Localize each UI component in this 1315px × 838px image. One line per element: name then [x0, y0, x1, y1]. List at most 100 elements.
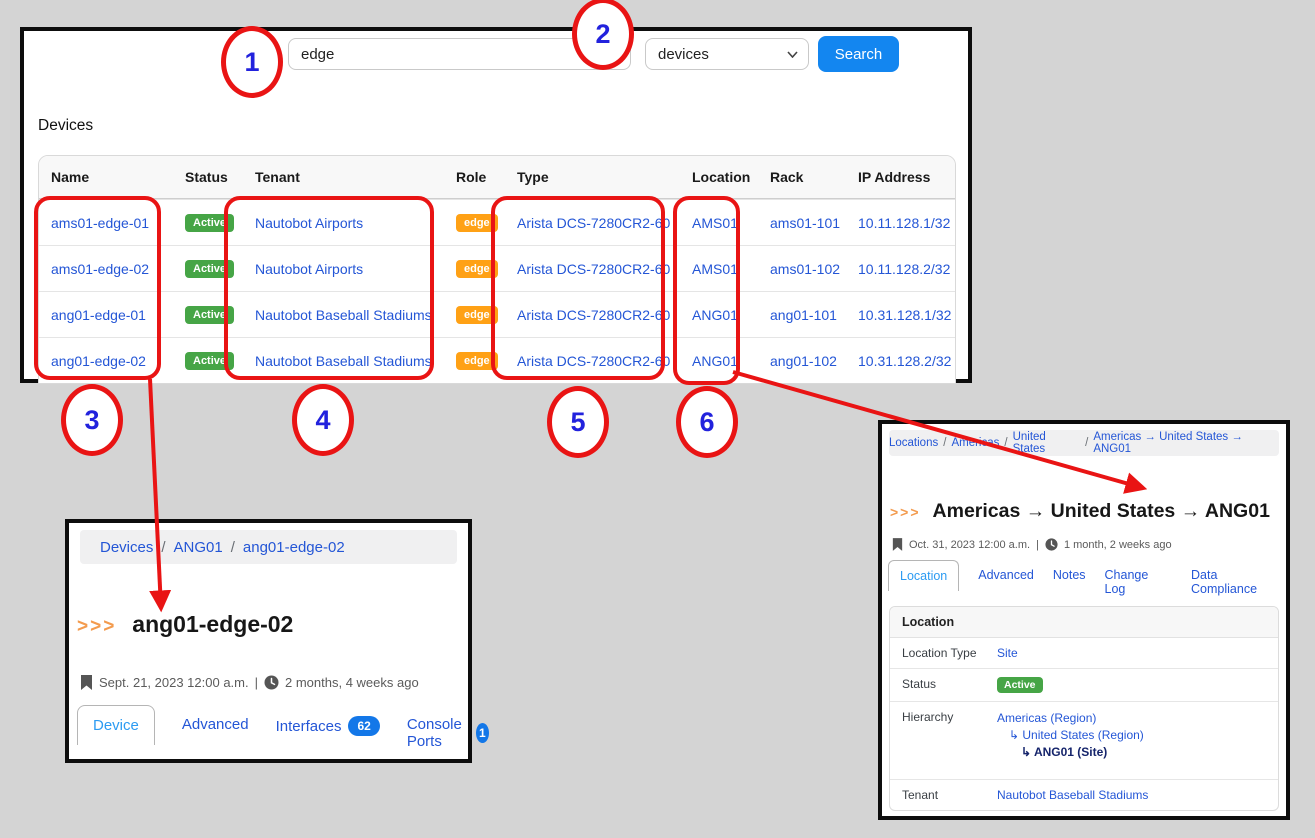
breadcrumb-locations[interactable]: Locations [889, 437, 938, 449]
page-title: ang01-edge-02 [132, 611, 293, 638]
meta-separator: | [255, 675, 258, 690]
location-tabs: Location Advanced Notes Change Log Data … [888, 560, 1286, 596]
hierarchy-region-link[interactable]: Americas (Region) [997, 710, 1144, 727]
interfaces-count-badge: 62 [348, 716, 379, 736]
devices-table: Name Status Tenant Role Type Location Ra… [38, 155, 956, 384]
device-meta: Sept. 21, 2023 12:00 a.m. | 2 months, 4 … [80, 675, 419, 690]
rack-link[interactable]: ams01-102 [770, 261, 840, 277]
device-name-link[interactable]: ams01-edge-02 [51, 261, 149, 277]
field-label: Status [902, 677, 997, 691]
bookmark-icon [892, 538, 903, 551]
breadcrumb-separator: / [1004, 437, 1007, 449]
col-header-ip[interactable]: IP Address [846, 169, 955, 185]
ip-link[interactable]: 10.11.128.1/32 [858, 215, 950, 231]
device-type-link[interactable]: Arista DCS-7280CR2-60 [517, 353, 670, 369]
tab-change-log[interactable]: Change Log [1105, 560, 1172, 596]
clock-icon [264, 675, 279, 690]
tab-location[interactable]: Location [888, 560, 959, 591]
screenshot-canvas: devices Search Devices Name Status Tenan… [0, 0, 1315, 838]
search-button[interactable]: Search [818, 36, 899, 72]
device-type-link[interactable]: Arista DCS-7280CR2-60 [517, 215, 670, 231]
results-heading: Devices [38, 117, 93, 135]
location-link[interactable]: ANG01 [692, 353, 738, 369]
col-header-tenant[interactable]: Tenant [243, 169, 444, 185]
hierarchy-site-link[interactable]: ↳ ANG01 (Site) [1021, 744, 1144, 761]
location-card-header: Location [890, 607, 1278, 638]
device-name-link[interactable]: ang01-edge-02 [51, 353, 146, 369]
search-category-value: devices [658, 46, 709, 63]
clock-icon [1045, 538, 1058, 551]
status-row: Status Active [890, 669, 1278, 702]
role-badge[interactable]: edge [456, 306, 498, 324]
device-type-link[interactable]: Arista DCS-7280CR2-60 [517, 261, 670, 277]
col-header-role[interactable]: Role [444, 169, 505, 185]
tenant-link[interactable]: Nautobot Airports [255, 261, 363, 277]
tab-device[interactable]: Device [77, 705, 155, 745]
breadcrumb-full-path[interactable]: Americas → United States → ANG01 [1093, 431, 1279, 455]
updated-relative: 2 months, 4 weeks ago [285, 675, 419, 690]
table-row: ang01-edge-02 Active Nautobot Baseball S… [39, 337, 955, 383]
location-link[interactable]: ANG01 [692, 307, 738, 323]
tab-notes[interactable]: Notes [1053, 560, 1086, 582]
ip-link[interactable]: 10.31.128.2/32 [858, 353, 951, 369]
tab-interfaces[interactable]: Interfaces 62 [276, 705, 380, 736]
col-header-rack[interactable]: Rack [758, 169, 846, 185]
ip-link[interactable]: 10.31.128.1/32 [858, 307, 951, 323]
triple-chevron-icon: >>> [77, 616, 116, 638]
breadcrumb-separator: / [161, 539, 165, 556]
device-type-link[interactable]: Arista DCS-7280CR2-60 [517, 307, 670, 323]
status-badge: Active [185, 352, 234, 370]
hierarchy-subregion-link[interactable]: ↳ United States (Region) [1009, 727, 1144, 744]
tab-advanced[interactable]: Advanced [182, 705, 249, 733]
col-header-type[interactable]: Type [505, 169, 680, 185]
tab-advanced[interactable]: Advanced [978, 560, 1034, 582]
device-name-link[interactable]: ams01-edge-01 [51, 215, 149, 231]
rack-link[interactable]: ams01-101 [770, 215, 840, 231]
tenant-link[interactable]: Nautobot Airports [255, 215, 363, 231]
annotation-marker-3: 3 [61, 384, 123, 456]
device-tabs: Device Advanced Interfaces 62 Console Po… [77, 705, 489, 750]
breadcrumb: Devices / ANG01 / ang01-edge-02 [80, 530, 457, 564]
devices-table-header: Name Status Tenant Role Type Location Ra… [39, 156, 955, 199]
location-link[interactable]: AMS01 [692, 261, 738, 277]
annotation-marker-1: 1 [221, 26, 283, 98]
tenant-row: Tenant Nautobot Baseball Stadiums [890, 780, 1278, 810]
search-category-select[interactable]: devices [645, 38, 809, 70]
col-header-status[interactable]: Status [173, 169, 243, 185]
location-card: Location Location Type Site Status Activ… [889, 606, 1279, 811]
role-badge[interactable]: edge [456, 260, 498, 278]
location-type-link[interactable]: Site [997, 646, 1018, 660]
updated-relative: 1 month, 2 weeks ago [1064, 539, 1172, 551]
location-type-row: Location Type Site [890, 638, 1278, 669]
breadcrumb-united-states[interactable]: United States [1013, 431, 1081, 455]
breadcrumb-americas[interactable]: Americas [951, 437, 999, 449]
page-title: Americas → United States → ANG01 [933, 500, 1270, 523]
tab-console-ports[interactable]: Console Ports 1 [407, 705, 489, 750]
location-detail-panel: Locations / Americas / United States / A… [878, 420, 1290, 820]
field-label: Hierarchy [902, 710, 997, 724]
tenant-link[interactable]: Nautobot Baseball Stadiums [255, 307, 432, 323]
table-row: ams01-edge-02 Active Nautobot Airports e… [39, 245, 955, 291]
tenant-link[interactable]: Nautobot Baseball Stadiums [255, 353, 432, 369]
breadcrumb-location[interactable]: ANG01 [174, 539, 223, 556]
rack-link[interactable]: ang01-102 [770, 353, 837, 369]
tab-data-compliance[interactable]: Data Compliance [1191, 560, 1286, 596]
role-badge[interactable]: edge [456, 352, 498, 370]
role-badge[interactable]: edge [456, 214, 498, 232]
breadcrumb-devices[interactable]: Devices [100, 539, 153, 556]
breadcrumb-separator: / [231, 539, 235, 556]
device-name-link[interactable]: ang01-edge-01 [51, 307, 146, 323]
breadcrumb-separator: / [943, 437, 946, 449]
location-meta: Oct. 31, 2023 12:00 a.m. | 1 month, 2 we… [892, 538, 1172, 551]
breadcrumb-device[interactable]: ang01-edge-02 [243, 539, 345, 556]
hierarchy-row: Hierarchy Americas (Region) ↳ United Sta… [890, 702, 1278, 780]
search-results-panel: devices Search Devices Name Status Tenan… [20, 27, 972, 383]
rack-link[interactable]: ang01-101 [770, 307, 837, 323]
tenant-link[interactable]: Nautobot Baseball Stadiums [997, 788, 1148, 802]
annotation-marker-5: 5 [547, 386, 609, 458]
col-header-location[interactable]: Location [680, 169, 758, 185]
location-link[interactable]: AMS01 [692, 215, 738, 231]
ip-link[interactable]: 10.11.128.2/32 [858, 261, 950, 277]
status-badge: Active [185, 306, 234, 324]
col-header-name[interactable]: Name [39, 169, 173, 185]
